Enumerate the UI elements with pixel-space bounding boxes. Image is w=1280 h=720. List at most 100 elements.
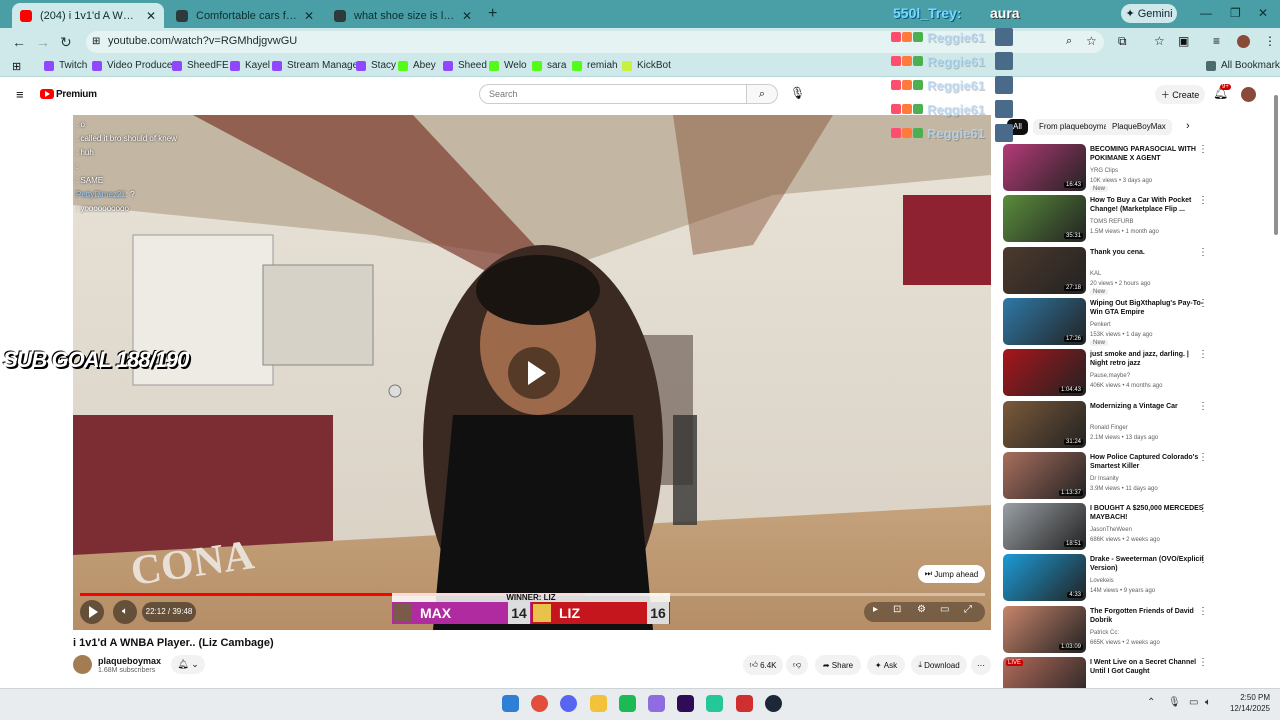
recommendation-title[interactable]: BECOMING PARASOCIAL WITH POKIMANE X AGEN… [1090, 145, 1208, 163]
tab-close-icon[interactable]: ✕ [304, 9, 314, 23]
hamburger-menu-icon[interactable]: ≡ [16, 87, 24, 102]
recommendation-channel[interactable]: TOMS REFURB [1090, 217, 1208, 227]
recommendation-item[interactable]: 27:18 Thank you cena. KAL 20 views • 2 hour… [1003, 246, 1273, 295]
site-info-icon[interactable]: ⊞ [92, 36, 100, 47]
recommendation-title[interactable]: I Went Live on a Secret Channel Until I … [1090, 658, 1208, 676]
recommendation-channel[interactable]: Penkert [1090, 320, 1208, 330]
menu-icon[interactable]: ⋮ [1264, 34, 1276, 48]
bookmark-item[interactable]: Abey [398, 60, 436, 71]
app-red-taskbar-icon[interactable] [735, 695, 753, 712]
profile-avatar[interactable] [1237, 35, 1250, 48]
network-icon[interactable]: ▭ [1189, 697, 1198, 708]
recommendation-item[interactable]: 1:13:37 How Police Captured Colorado's Sm… [1003, 451, 1273, 500]
recommendation-channel[interactable]: Dr Insanity [1090, 474, 1208, 484]
explorer-taskbar-icon[interactable] [589, 695, 607, 712]
like-button[interactable]: 👍︎ 6.4K [743, 655, 783, 675]
recommendation-channel[interactable]: Lovekeis [1090, 576, 1208, 586]
recommendation-menu-icon[interactable]: ⋮ [1198, 298, 1208, 309]
media-icon[interactable]: ≡ [1213, 34, 1220, 48]
bookmark-item[interactable]: KickBot [622, 60, 671, 71]
recommendation-item[interactable]: 18:51 I BOUGHT A $250,000 MERCEDES MAYBAC… [1003, 503, 1273, 551]
speaker-icon[interactable]: 🔈︎ [1205, 697, 1211, 708]
download-button[interactable]: ⤓ Download [911, 655, 967, 675]
recommendation-title[interactable]: Drake - Sweeterman (OVO/Explicit Version… [1090, 555, 1208, 573]
bookmark-item[interactable]: Kayel [230, 60, 270, 71]
scrollbar-thumb[interactable] [1274, 95, 1278, 235]
create-button[interactable]: ＋ Create [1155, 85, 1205, 104]
zoom-icon[interactable]: ⌕ [1066, 35, 1072, 48]
recommendation-menu-icon[interactable]: ⋮ [1198, 606, 1208, 617]
recommendation-title[interactable]: Thank you cena. [1090, 248, 1208, 257]
dislike-button[interactable]: 👎︎ [786, 655, 808, 675]
chips-next-icon[interactable]: › [1186, 120, 1190, 132]
browser-tab[interactable]: what shoe size is liz cambage - ✕ [326, 3, 480, 28]
youtube-premium-label[interactable]: Premium [56, 89, 97, 100]
copilot-taskbar-icon[interactable] [648, 695, 665, 712]
reading-list-icon[interactable]: ☆ [1154, 34, 1165, 48]
tab-close-icon[interactable]: ✕ [146, 9, 156, 23]
bookmark-item[interactable]: Stream Manager [272, 60, 361, 71]
system-clock[interactable]: 2:50 PM 12/14/2025 [1224, 692, 1270, 714]
autoplay-toggle[interactable]: ▸ [873, 604, 878, 615]
recommendation-thumbnail[interactable]: 1:04:43 [1003, 349, 1086, 397]
settings-gear-icon[interactable]: ⚙ [917, 604, 926, 615]
browser-tab[interactable]: Comfortable cars for tall drivers ✕ [168, 3, 322, 28]
premiere-taskbar-icon[interactable] [677, 695, 695, 712]
filter-chip[interactable]: PlaqueBoyMax [1106, 119, 1172, 135]
recommendation-title[interactable]: Wiping Out BigXthaplug's Pay-To-Win GTA … [1090, 299, 1208, 317]
recommendation-thumbnail[interactable]: 1:03:09 [1003, 605, 1086, 653]
recommendation-menu-icon[interactable]: ⋮ [1198, 401, 1208, 412]
recommendation-title[interactable]: just smoke and jazz, darling. | Night re… [1090, 350, 1208, 368]
recommendation-title[interactable]: The Forgotten Friends of David Dobrik [1090, 607, 1208, 625]
recommendation-item[interactable]: 4:33 Drake - Sweeterman (OVO/Explicit Ver… [1003, 554, 1273, 602]
bookmark-item[interactable]: sara [532, 60, 566, 71]
recommendation-title[interactable]: How Police Captured Colorado's Smartest … [1090, 453, 1208, 471]
recommendation-item[interactable]: 1:03:09 The Forgotten Friends of David Do… [1003, 605, 1273, 654]
steam-taskbar-icon[interactable] [764, 695, 782, 712]
recommendation-menu-icon[interactable]: ⋮ [1198, 195, 1208, 206]
recommendation-menu-icon[interactable]: ⋮ [1198, 349, 1208, 360]
browser-tab[interactable]: (204) i 1v1'd A WNBA Player.. ✕ [12, 3, 164, 28]
miniplayer-icon[interactable]: ▭ [940, 604, 949, 615]
recommendation-thumbnail[interactable]: 27:18 [1003, 246, 1086, 294]
volume-icon[interactable]: 🔈︎ [113, 600, 137, 624]
new-tab-button[interactable]: + [488, 5, 497, 23]
recommendation-title[interactable]: How To Buy a Car With Pocket Change! (Ma… [1090, 196, 1208, 214]
recommendation-menu-icon[interactable]: ⋮ [1198, 144, 1208, 155]
recommendation-menu-icon[interactable]: ⋮ [1198, 247, 1208, 258]
reload-icon[interactable]: ↻ [60, 34, 72, 51]
streamlabs-taskbar-icon[interactable] [706, 695, 724, 712]
forward-icon[interactable]: → [36, 34, 50, 50]
minimize-icon[interactable]: — [1200, 6, 1212, 20]
maximize-icon[interactable]: ❐ [1230, 6, 1241, 20]
recommendation-channel[interactable]: KAL [1090, 269, 1208, 279]
recommendation-menu-icon[interactable]: ⋮ [1198, 503, 1208, 514]
recommendation-thumbnail[interactable]: 17:26 [1003, 297, 1086, 345]
recommendation-thumbnail[interactable]: 18:51 [1003, 503, 1086, 551]
recommendation-menu-icon[interactable]: ⋮ [1198, 452, 1208, 463]
back-icon[interactable]: ← [12, 34, 26, 50]
recommendation-thumbnail[interactable]: 1:13:37 [1003, 451, 1086, 499]
tab-close-icon[interactable]: ✕ [462, 9, 472, 23]
apps-grid-icon[interactable]: ⊞ [12, 60, 21, 73]
recommendation-item[interactable]: 1:04:43 just smoke and jazz, darling. | N… [1003, 349, 1273, 397]
captions-icon[interactable]: ⊡ [893, 604, 901, 615]
bookmark-item[interactable]: remiah [572, 60, 618, 71]
recommendation-item[interactable]: 35:31 How To Buy a Car With Pocket Change… [1003, 195, 1273, 243]
bookmark-item[interactable]: Welo [489, 60, 527, 71]
recommendation-thumbnail[interactable]: 4:33 [1003, 554, 1086, 602]
bookmark-item[interactable]: Video Producer [92, 60, 176, 71]
channel-name[interactable]: plaqueboymax [98, 656, 161, 666]
tray-chevron-icon[interactable]: ⌃ [1147, 697, 1155, 708]
subscribe-bell-button[interactable]: 🔔︎ ⌄ [171, 655, 205, 674]
search-input[interactable]: Search [479, 84, 747, 104]
play-button[interactable] [80, 600, 104, 624]
recommendation-channel[interactable]: Patrick Cc: [1090, 628, 1208, 638]
recommendation-channel[interactable]: JasonTheWeen [1090, 525, 1208, 535]
big-play-button[interactable] [508, 347, 560, 399]
side-panel-icon[interactable]: ▣ [1178, 34, 1189, 48]
recommendation-thumbnail[interactable]: 31:24 [1003, 400, 1086, 448]
bookmark-item[interactable]: SheedFE [172, 60, 229, 71]
youtube-logo-icon[interactable] [40, 89, 54, 99]
recommendation-item[interactable]: 31:24 Modernizing a Vintage Car Ronald Fin… [1003, 400, 1273, 449]
